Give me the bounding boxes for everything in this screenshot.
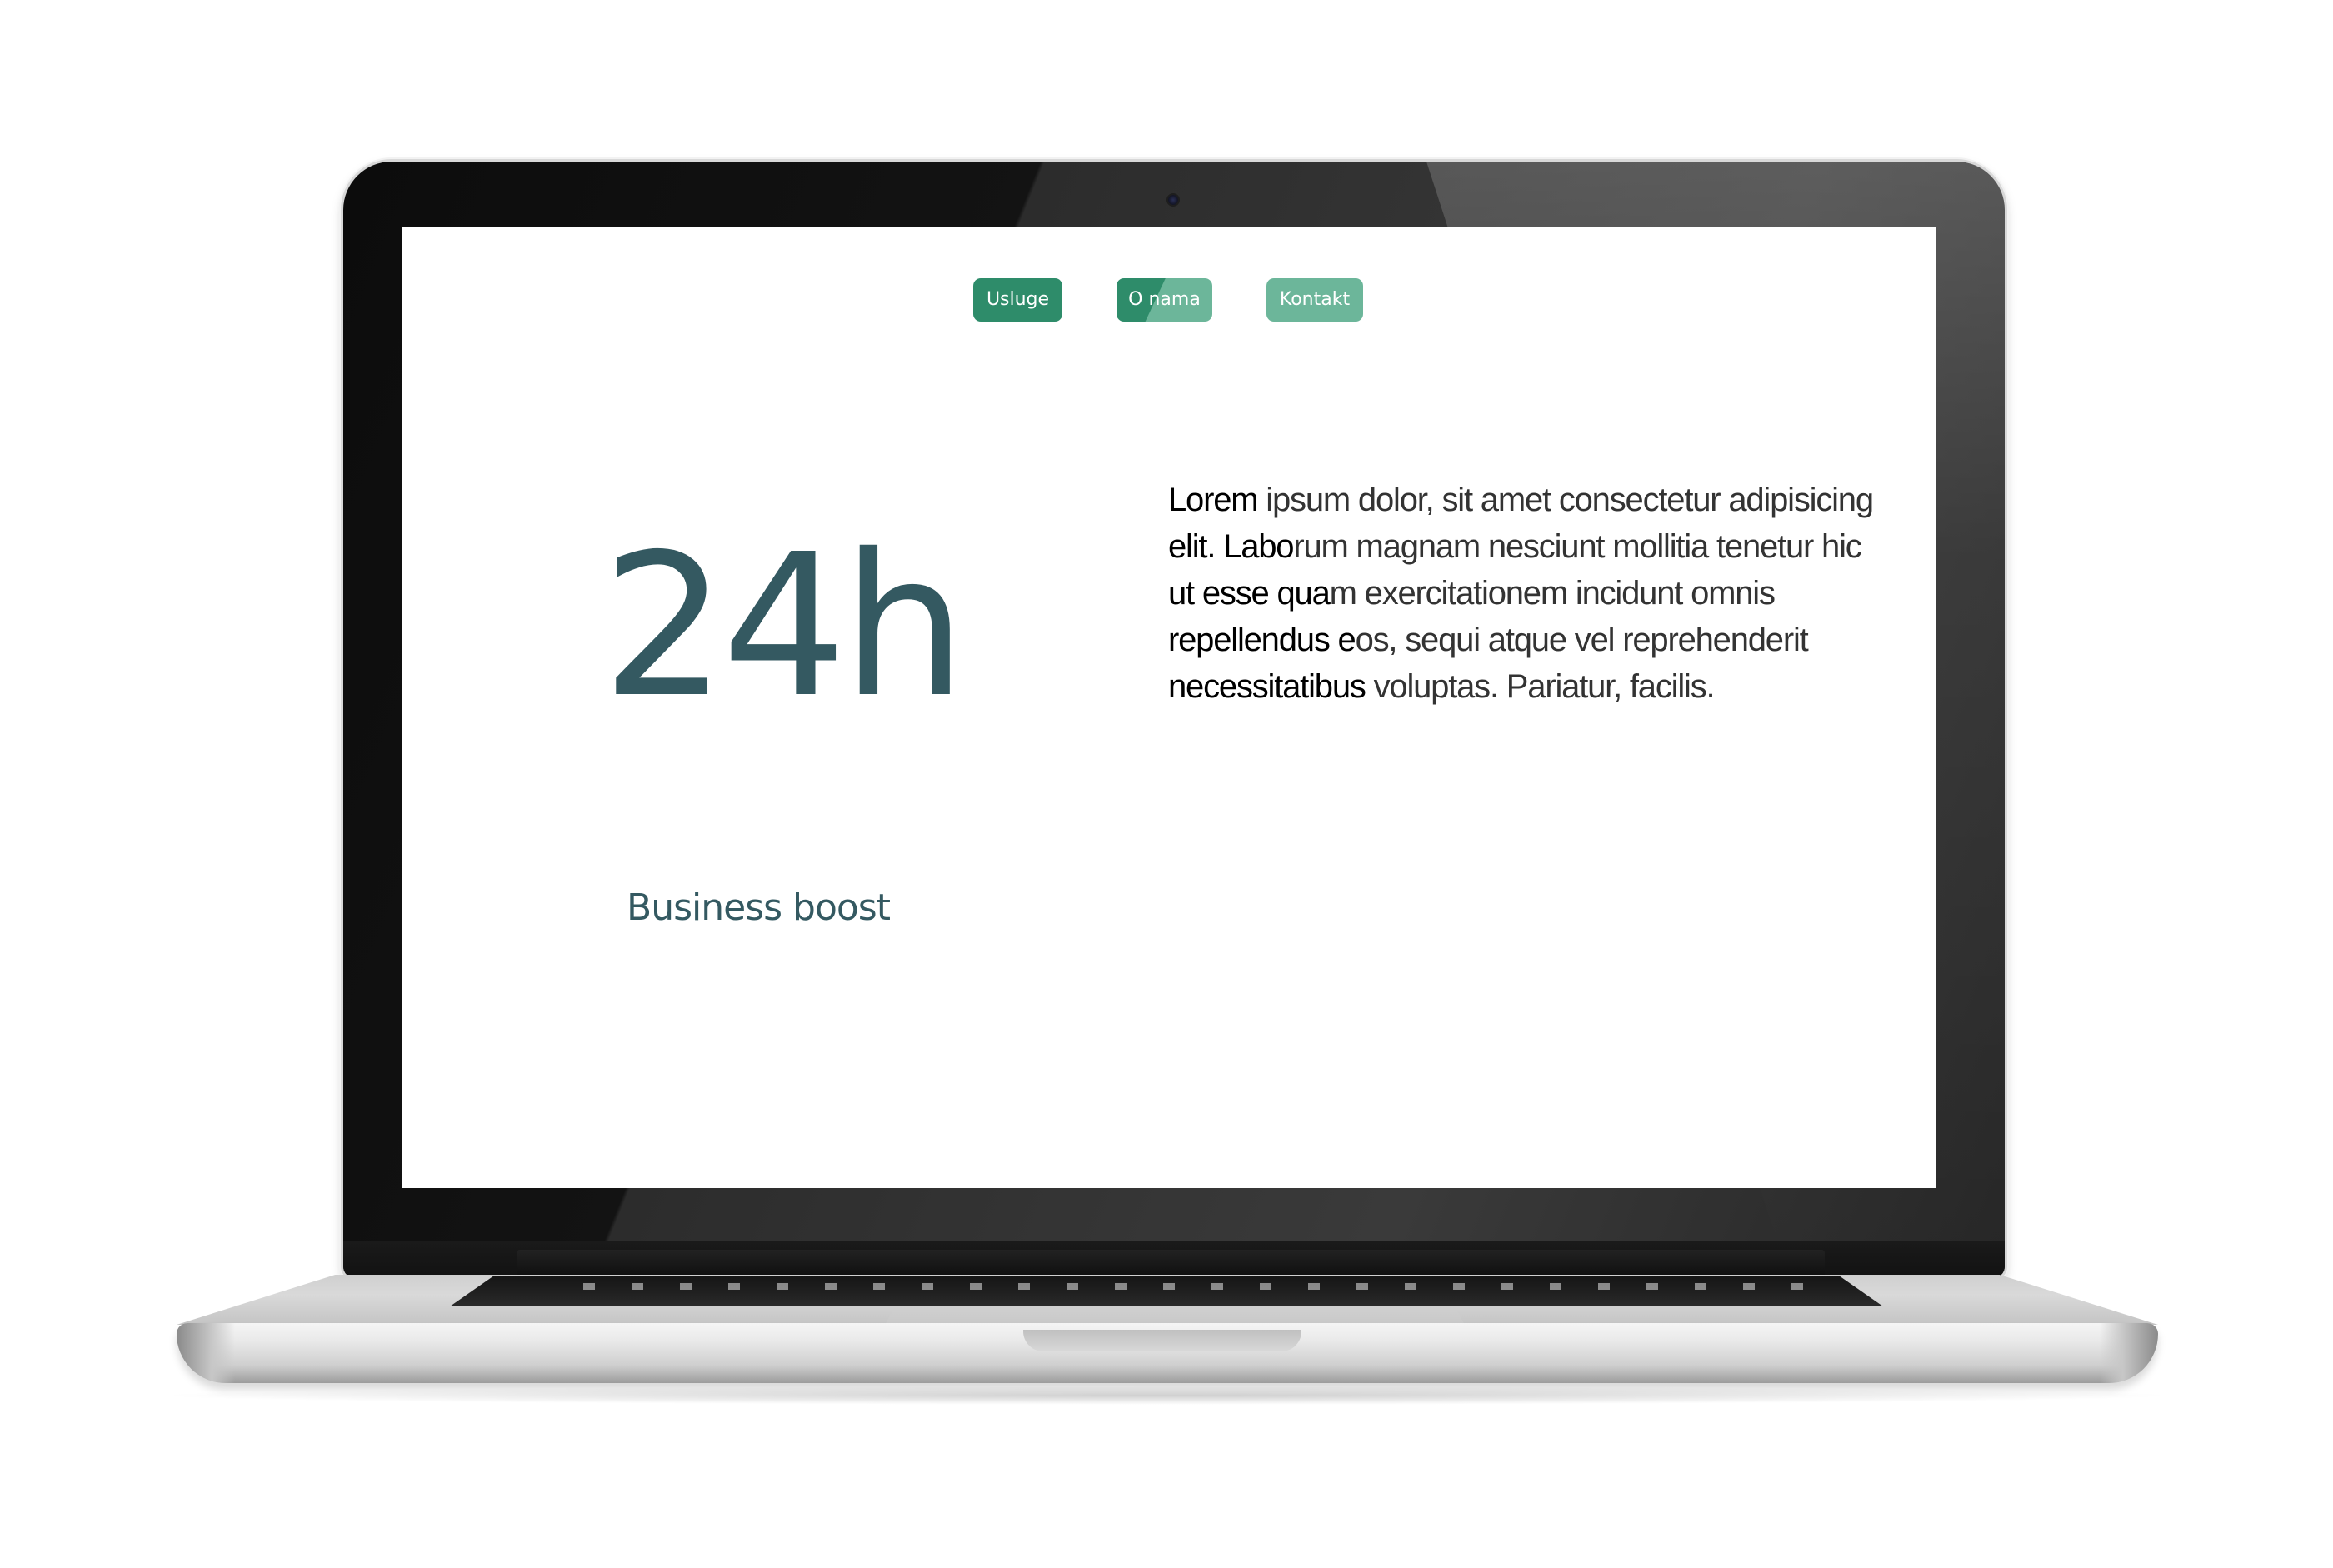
paragraph-segment: rum magnam nesciunt mollitia tenetur hic xyxy=(1293,528,1861,565)
paragraph-segment: Lorem xyxy=(1168,482,1259,518)
laptop-hinge xyxy=(517,1250,1825,1278)
paragraph-segment: os, sequi atque vel reprehenderit xyxy=(1355,622,1809,658)
paragraph-segment: voluptas. Pariatur, facilis. xyxy=(1365,668,1716,705)
paragraph-segment: ipsum dolor, sit amet consectetur adipis… xyxy=(1257,482,1874,518)
nav-button-o-nama[interactable]: O nama xyxy=(1117,278,1212,322)
laptop-mockup: Usluge O nama Kontakt 24h Business boost… xyxy=(0,0,2333,1568)
paragraph-segment: m exercitationem incidunt omnis xyxy=(1329,575,1776,612)
paragraph-segment: ut esse qua xyxy=(1168,575,1331,612)
keyboard-keys xyxy=(583,1283,1833,1290)
hero-stat: 24h xyxy=(602,512,967,741)
hero-tagline: Business boost xyxy=(627,886,891,929)
laptop-screen: Usluge O nama Kontakt 24h Business boost… xyxy=(402,227,1936,1188)
nav-button-kontakt[interactable]: Kontakt xyxy=(1266,278,1363,322)
paragraph-segment: necessitatibus xyxy=(1168,668,1366,705)
laptop-shadow xyxy=(150,1386,2183,1405)
nav-button-usluge[interactable]: Usluge xyxy=(973,278,1062,322)
paragraph-segment: elit. Labo xyxy=(1168,528,1295,565)
paragraph-segment: repellendus e xyxy=(1168,622,1356,658)
hero-paragraph: Lorem ipsum dolor, sit amet consectetur … xyxy=(1168,477,1885,727)
keyboard xyxy=(450,1276,1883,1306)
top-nav: Usluge O nama Kontakt xyxy=(402,278,1936,323)
lid-open-notch xyxy=(1023,1330,1301,1351)
camera-icon xyxy=(1168,195,1178,205)
